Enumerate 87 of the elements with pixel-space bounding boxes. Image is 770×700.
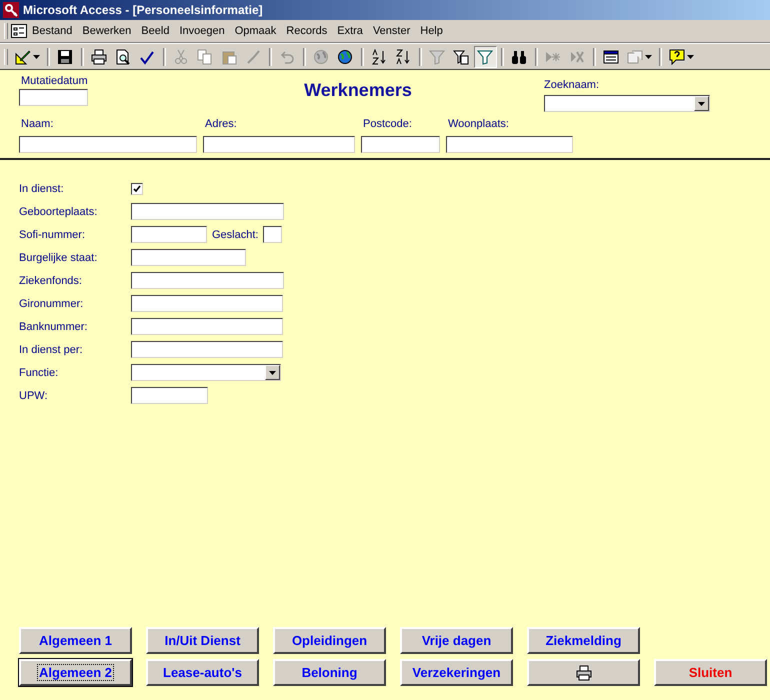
menu-item[interactable]: Opmaak [230,23,282,39]
checkmark-icon [133,184,141,192]
ruler-pencil-icon [15,48,31,64]
funnel-form-icon [453,48,469,64]
text-field[interactable] [203,136,355,153]
globe-icon [337,48,353,64]
binoculars-icon [511,48,527,64]
text-field[interactable] [131,203,284,220]
scissors-icon [173,48,189,64]
text-field[interactable] [131,318,283,335]
text-field[interactable] [131,272,284,289]
help-icon [669,48,685,64]
field-label: Banknummer: [19,320,88,332]
caret-icon [269,370,276,374]
form-icon[interactable] [11,24,27,38]
menu-item[interactable]: Extra [332,23,368,39]
text-field[interactable] [131,226,207,243]
menu-item[interactable]: Help [415,23,448,39]
delete-record-icon [569,48,585,64]
field-label: Zoeknaam: [544,79,600,91]
sort-ascending-icon [371,48,387,64]
save-icon [57,48,73,64]
field-label: In dienst: [19,182,65,194]
field-label: Gironummer: [19,298,84,310]
field-label: Woonplaats: [447,118,510,130]
form-button[interactable]: Algemeen 2 [19,659,132,686]
caret-icon [33,54,40,58]
copy-icon [197,48,213,64]
form-button[interactable]: Beloning [273,659,386,686]
caret-icon [645,54,652,58]
field-label: Mutatiedatum [20,75,88,87]
window-icon [603,48,619,64]
form-button[interactable]: Ziekmelding [527,627,640,654]
form-button[interactable]: Opleidingen [273,627,386,654]
dropdown-field[interactable] [544,95,710,112]
undo-arrow-icon [279,48,295,64]
field-label: UPW: [19,390,49,402]
field-label: Sofi-nummer: [19,228,86,240]
checkbox[interactable] [131,182,143,194]
funnel-icon [477,48,493,64]
form-button[interactable]: Verzekeringen [400,659,513,686]
spelling-check-icon [139,48,155,64]
form-title: Werknemers [303,80,413,101]
funnel-icon [429,48,445,64]
text-field[interactable] [361,136,440,153]
form-button[interactable]: Lease-auto's [146,659,259,686]
text-field[interactable] [131,249,246,266]
printer-icon [576,664,592,680]
printer-icon [91,48,107,64]
magnifier-page-icon [115,48,131,64]
menu-item[interactable]: Venster [368,23,416,39]
field-label: Ziekenfonds: [19,274,83,286]
menu-item[interactable]: Records [281,23,332,39]
text-field[interactable] [131,387,208,404]
form-button[interactable]: Sluiten [654,659,767,686]
text-field[interactable] [19,89,88,106]
text-field[interactable] [263,226,282,243]
field-label: Geboorteplaats: [19,206,98,218]
print-button[interactable] [527,659,640,686]
form-button[interactable]: Vrije dagen [400,627,513,654]
dropdown-field[interactable] [131,364,281,381]
menu-item[interactable]: Bewerken [77,23,136,39]
caret-icon [687,54,694,58]
menu-item[interactable]: Invoegen [174,23,230,39]
form-button[interactable]: In/Uit Dienst [146,627,259,654]
field-label: Naam: [20,118,54,130]
clipboard-icon [221,48,237,64]
window-title: Microsoft Access - [Personeelsinformatie] [23,3,263,17]
caret-icon [698,102,705,106]
new-object-icon [627,48,643,64]
sort-descending-icon [395,48,411,64]
text-field[interactable] [131,341,283,358]
menu-item[interactable]: Beeld [136,23,174,39]
form-button[interactable]: Algemeen 1 [19,627,132,654]
field-label: In dienst per: [19,344,84,356]
field-label: Functie: [19,366,60,378]
field-label: Burgelijke staat: [19,252,98,264]
key-icon [3,2,19,18]
text-field[interactable] [131,295,283,312]
field-label: Adres: [204,118,238,130]
field-label: Geslacht: [212,228,258,240]
field-label: Postcode: [362,118,413,130]
menu-item[interactable]: Bestand [27,23,78,39]
text-field[interactable] [446,136,573,153]
text-field[interactable] [19,136,197,153]
globe-icon [313,48,329,64]
toolbar-button[interactable] [474,46,497,68]
